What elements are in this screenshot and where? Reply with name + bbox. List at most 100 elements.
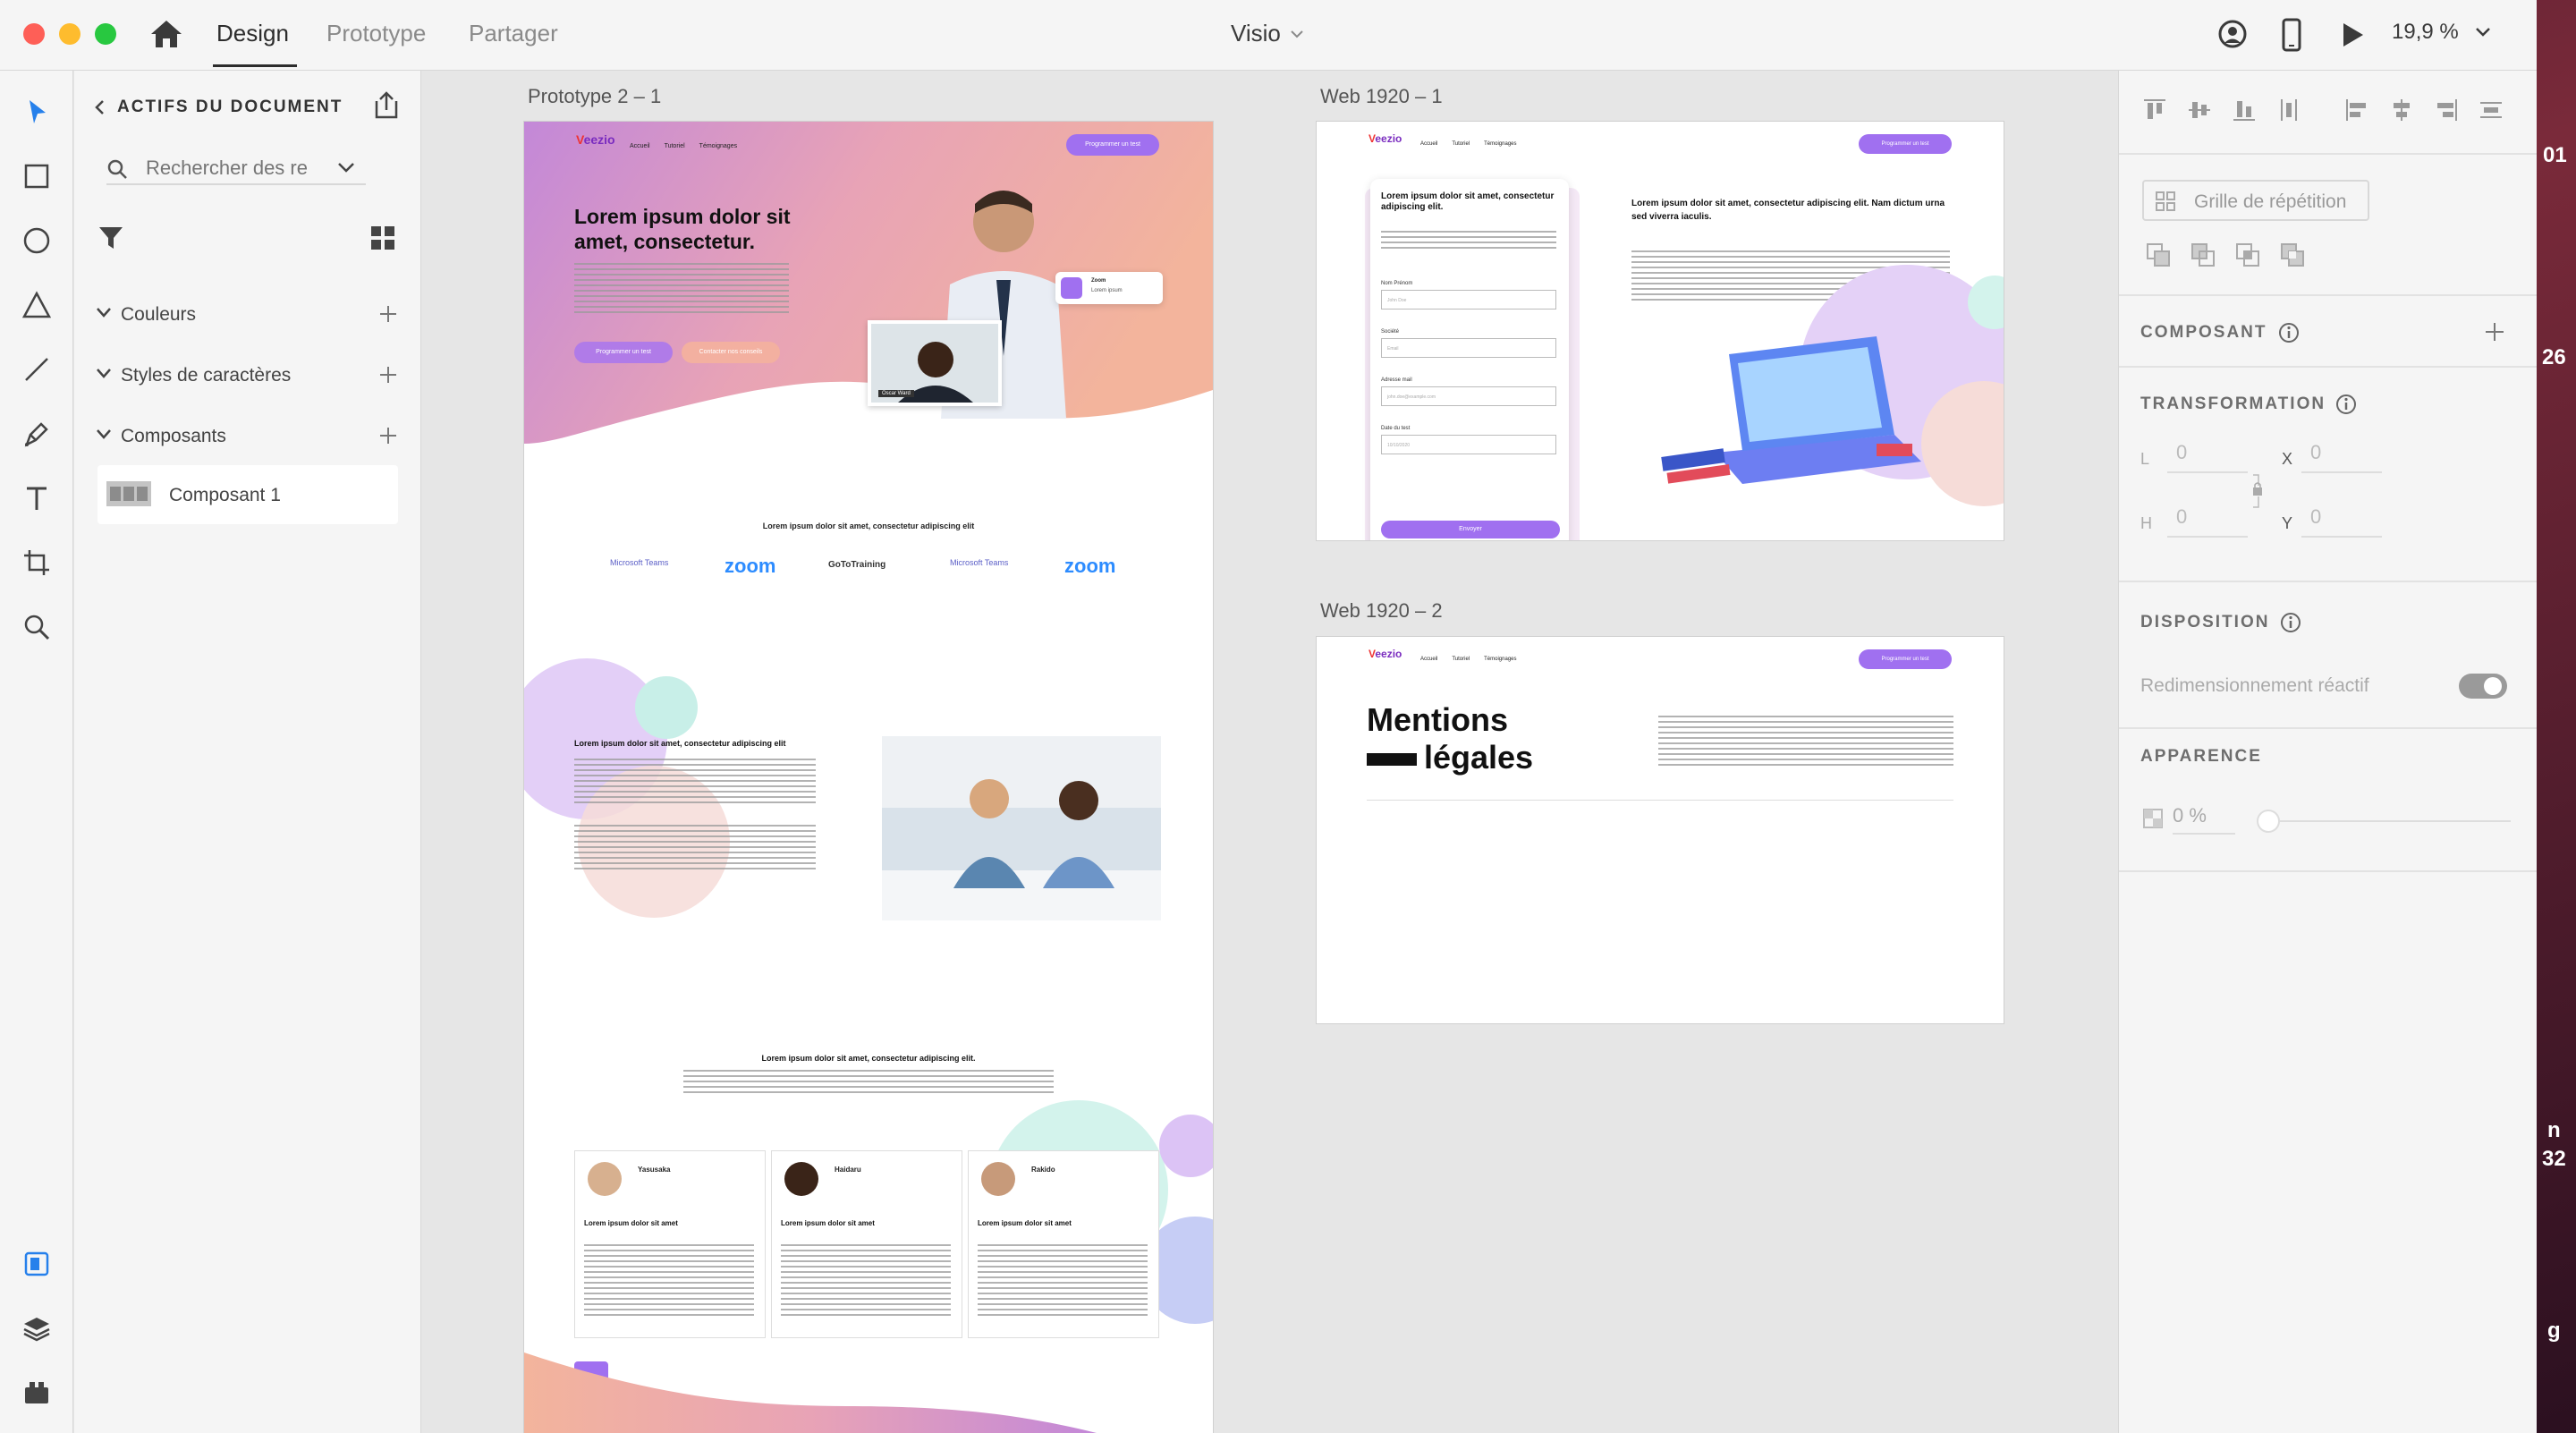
opacity-slider-track[interactable] — [2262, 820, 2511, 822]
intersect-shape-icon[interactable] — [2235, 242, 2260, 267]
filter-icon[interactable] — [97, 225, 124, 251]
zoom-level-select[interactable]: 19,9 % — [2392, 20, 2491, 45]
opacity-input[interactable]: 0 % — [2173, 804, 2235, 835]
y-input[interactable]: 0 — [2301, 505, 2382, 538]
select-tool-icon[interactable] — [17, 92, 56, 131]
tab-partager[interactable]: Partager — [469, 20, 558, 47]
minimize-window-button[interactable] — [59, 23, 80, 45]
hero-button-primary[interactable]: Programmer un test — [574, 342, 673, 363]
artboard-web-1920-1[interactable]: Veezio Accueil Tutoriel Témoignages Prog… — [1317, 122, 2004, 540]
name-field[interactable]: John Doe — [1381, 290, 1556, 309]
add-icon[interactable] — [378, 304, 398, 324]
cta-button[interactable]: Programmer un test — [1859, 134, 1952, 154]
polygon-tool-icon[interactable] — [17, 285, 56, 325]
section-styles-caracteres[interactable]: Styles de caractères — [96, 360, 400, 391]
email-field[interactable]: john.doe@example.com — [1381, 386, 1556, 406]
rectangle-tool-icon[interactable] — [17, 157, 56, 196]
close-window-button[interactable] — [23, 23, 45, 45]
add-component-icon[interactable] — [2484, 321, 2505, 343]
company-field[interactable]: Email — [1381, 338, 1556, 358]
document-title-menu[interactable]: Visio — [1231, 20, 1304, 47]
align-center-icon[interactable] — [2389, 98, 2414, 123]
mobile-preview-icon[interactable] — [2281, 18, 2302, 52]
artboard-label[interactable]: Prototype 2 – 1 — [528, 85, 661, 108]
artboard-web-1920-2[interactable]: Veezio Accueil Tutoriel Témoignages Prog… — [1317, 637, 2004, 1023]
opacity-slider-handle[interactable] — [2257, 810, 2280, 833]
align-left-icon[interactable] — [2344, 98, 2369, 123]
section2-paragraph — [574, 825, 816, 873]
info-icon[interactable] — [2278, 322, 2300, 343]
section-couleurs[interactable]: Couleurs — [96, 300, 400, 330]
section-composants[interactable]: Composants — [96, 421, 400, 452]
desktop-fragment: 32 — [2542, 1147, 2566, 1171]
plugins-icon[interactable] — [17, 1373, 56, 1412]
zoom-badge-subtitle: Lorem ipsum — [1091, 288, 1123, 293]
export-share-icon[interactable] — [373, 90, 400, 121]
assets-back-button[interactable]: ACTIFS DU DOCUMENT — [94, 98, 343, 117]
nav-item[interactable]: Tutoriel — [1452, 657, 1470, 662]
responsive-resize-toggle[interactable] — [2459, 674, 2507, 699]
grid-view-icon[interactable] — [369, 225, 396, 251]
width-input[interactable]: 0 — [2167, 441, 2248, 473]
align-bottom-icon[interactable] — [2232, 98, 2257, 123]
subtract-shape-icon[interactable] — [2190, 242, 2216, 267]
partner-logo: Microsoft Teams — [950, 558, 1009, 567]
add-icon[interactable] — [378, 365, 398, 385]
line-tool-icon[interactable] — [17, 350, 56, 389]
logo[interactable]: Veezio — [1368, 132, 1402, 145]
hero-button-secondary[interactable]: Contacter nos conseils — [682, 342, 780, 363]
ellipse-tool-icon[interactable] — [17, 221, 56, 260]
home-icon[interactable] — [148, 18, 184, 50]
height-input[interactable]: 0 — [2167, 505, 2248, 538]
lock-aspect-icon[interactable] — [2251, 473, 2264, 509]
document-assets-icon[interactable] — [17, 1244, 56, 1284]
component-thumbnail — [106, 481, 151, 506]
artboard-label[interactable]: Web 1920 – 1 — [1320, 85, 1443, 108]
nav-item[interactable]: Tutoriel — [1452, 141, 1470, 147]
title-bar: Design Prototype Partager Visio 19,9 % — [0, 0, 2537, 71]
align-middle-icon[interactable] — [2187, 98, 2212, 123]
tab-design[interactable]: Design — [216, 20, 289, 47]
distribute-vertical-icon[interactable] — [2276, 98, 2301, 123]
nav-item[interactable]: Tutoriel — [665, 143, 685, 149]
nav-item[interactable]: Témoignages — [699, 143, 737, 149]
artboard-prototype-2-1[interactable]: Veezio Accueil Tutoriel Témoignages Prog… — [524, 122, 1213, 1433]
asset-search-field[interactable] — [106, 153, 366, 185]
search-icon — [107, 159, 127, 179]
add-shape-icon[interactable] — [2146, 242, 2171, 267]
date-field[interactable]: 10/10/2020 — [1381, 435, 1556, 454]
nav-item[interactable]: Accueil — [630, 143, 650, 149]
artboard-label[interactable]: Web 1920 – 2 — [1320, 599, 1443, 623]
play-preview-icon[interactable] — [2340, 21, 2365, 48]
info-icon[interactable] — [2280, 612, 2301, 633]
cta-button[interactable]: Programmer un test — [1859, 649, 1952, 669]
chevron-down-icon[interactable] — [337, 162, 355, 174]
align-top-icon[interactable] — [2142, 98, 2167, 123]
nav-item[interactable]: Accueil — [1420, 657, 1437, 662]
logo[interactable]: Veezio — [1368, 648, 1402, 660]
nav-item[interactable]: Accueil — [1420, 141, 1437, 147]
design-canvas[interactable]: Prototype 2 – 1 Web 1920 – 1 Web 1920 – … — [422, 71, 2118, 1433]
share-user-icon[interactable] — [2218, 20, 2249, 50]
repeat-grid-button[interactable]: Grille de répétition — [2142, 180, 2369, 221]
add-icon[interactable] — [378, 426, 398, 445]
zoom-window-button[interactable] — [95, 23, 116, 45]
nav-item[interactable]: Témoignages — [1484, 657, 1516, 662]
logo[interactable]: Veezio — [576, 132, 615, 147]
x-input[interactable]: 0 — [2301, 441, 2382, 473]
layers-icon[interactable] — [17, 1309, 56, 1348]
info-icon[interactable] — [2335, 394, 2357, 415]
artboard-tool-icon[interactable] — [17, 543, 56, 582]
exclude-shape-icon[interactable] — [2280, 242, 2305, 267]
align-right-icon[interactable] — [2434, 98, 2459, 123]
cta-button[interactable]: Programmer un test — [1066, 134, 1159, 156]
distribute-horizontal-icon[interactable] — [2479, 98, 2504, 123]
zoom-tool-icon[interactable] — [17, 607, 56, 647]
submit-button[interactable]: Envoyer — [1381, 521, 1560, 538]
pen-tool-icon[interactable] — [17, 414, 56, 454]
asset-search-input[interactable] — [146, 155, 316, 182]
tab-prototype[interactable]: Prototype — [326, 20, 426, 47]
text-tool-icon[interactable] — [17, 479, 56, 518]
nav-item[interactable]: Témoignages — [1484, 141, 1516, 147]
component-item[interactable]: Composant 1 — [97, 465, 398, 524]
